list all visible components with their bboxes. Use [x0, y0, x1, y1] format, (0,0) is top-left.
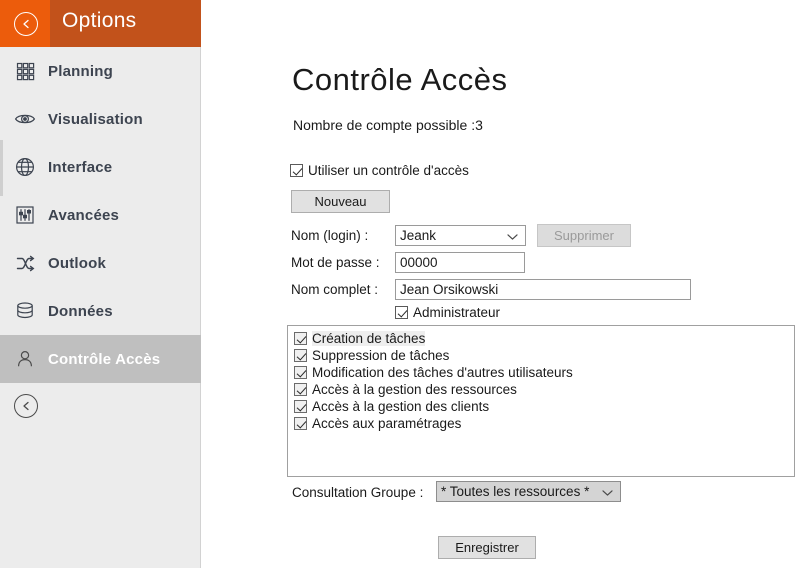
permission-label: Modification des tâches d'autres utilisa…	[312, 365, 573, 380]
login-label: Nom (login) :	[291, 228, 369, 243]
checkbox-box	[290, 164, 303, 177]
sidebar-item-controle-acces[interactable]: Contrôle Accès	[0, 335, 201, 383]
list-item[interactable]: Modification des tâches d'autres utilisa…	[292, 364, 794, 381]
sidebar-item-label: Contrôle Accès	[48, 350, 161, 368]
options-title: Options	[62, 9, 137, 32]
database-icon	[8, 301, 42, 321]
checkbox-box	[294, 400, 307, 413]
consultation-group-select[interactable]: * Toutes les ressources *	[436, 481, 621, 502]
login-select-value: Jeank	[400, 228, 437, 243]
save-button[interactable]: Enregistrer	[438, 536, 536, 559]
sidebar-item-donnees[interactable]: Données	[0, 287, 201, 335]
sidebar-item-planning[interactable]: Planning	[0, 47, 201, 95]
fullname-field[interactable]: Jean Orsikowski	[395, 279, 691, 300]
sidebar-item-label: Interface	[48, 158, 113, 176]
fullname-label: Nom complet :	[291, 282, 379, 297]
sidebar-item-label: Outlook	[48, 254, 107, 272]
password-field[interactable]: 00000	[395, 252, 525, 273]
password-label: Mot de passe :	[291, 255, 380, 270]
sidebar-item-label: Avancées	[48, 206, 120, 224]
grid-icon	[8, 62, 42, 81]
permission-label: Accès à la gestion des ressources	[312, 382, 517, 397]
sidebar-item-label: Planning	[48, 62, 113, 80]
options-back-button[interactable]	[0, 0, 50, 47]
circle-back-arrow-icon	[14, 12, 38, 36]
permission-label: Accès à la gestion des clients	[312, 399, 490, 414]
consultation-group-value: * Toutes les ressources *	[441, 484, 590, 499]
checkbox-box	[294, 417, 307, 430]
list-item[interactable]: Accès aux paramétrages	[292, 415, 794, 432]
sliders-icon	[8, 205, 42, 225]
page-title: Contrôle Accès	[292, 62, 508, 97]
sidebar: Options Planning Visualisation Interface…	[0, 0, 201, 568]
shuffle-icon	[8, 253, 42, 274]
login-select[interactable]: Jeank	[395, 225, 526, 246]
globe-icon	[8, 157, 42, 177]
new-button[interactable]: Nouveau	[291, 190, 390, 213]
permission-label: Suppression de tâches	[312, 348, 450, 363]
checkbox-box	[294, 366, 307, 379]
list-item[interactable]: Création de tâches	[292, 330, 794, 347]
consultation-group-label: Consultation Groupe :	[292, 485, 424, 500]
permission-label: Accès aux paramétrages	[312, 416, 462, 431]
person-icon	[8, 349, 42, 369]
permissions-list[interactable]: Création de tâches Suppression de tâches…	[287, 325, 795, 477]
delete-button[interactable]: Supprimer	[537, 224, 631, 247]
eye-icon	[8, 108, 42, 130]
administrator-label: Administrateur	[413, 305, 501, 320]
checkbox-box	[294, 349, 307, 362]
sidebar-item-label: Données	[48, 302, 113, 320]
checkbox-box	[395, 306, 408, 319]
main-content: Contrôle Accès Nombre de compte possible…	[201, 0, 801, 568]
options-header: Options	[0, 0, 201, 47]
list-item[interactable]: Accès à la gestion des ressources	[292, 381, 794, 398]
sidebar-item-visualisation[interactable]: Visualisation	[0, 95, 201, 143]
administrator-checkbox[interactable]: Administrateur	[395, 305, 500, 320]
account-count-text: Nombre de compte possible :3	[293, 117, 483, 133]
sidebar-item-avancees[interactable]: Avancées	[0, 191, 201, 239]
chevron-down-icon	[507, 228, 518, 243]
use-access-control-label: Utiliser un contrôle d'accès	[308, 163, 469, 178]
chevron-down-icon	[602, 484, 613, 499]
checkbox-box	[294, 332, 307, 345]
list-item[interactable]: Accès à la gestion des clients	[292, 398, 794, 415]
sidebar-item-label: Visualisation	[48, 110, 143, 128]
sidebar-back-button[interactable]	[14, 394, 38, 418]
sidebar-item-outlook[interactable]: Outlook	[0, 239, 201, 287]
use-access-control-checkbox[interactable]: Utiliser un contrôle d'accès	[290, 163, 469, 178]
sidebar-item-interface[interactable]: Interface	[0, 143, 201, 191]
list-item[interactable]: Suppression de tâches	[292, 347, 794, 364]
checkbox-box	[294, 383, 307, 396]
permission-label: Création de tâches	[312, 331, 426, 346]
